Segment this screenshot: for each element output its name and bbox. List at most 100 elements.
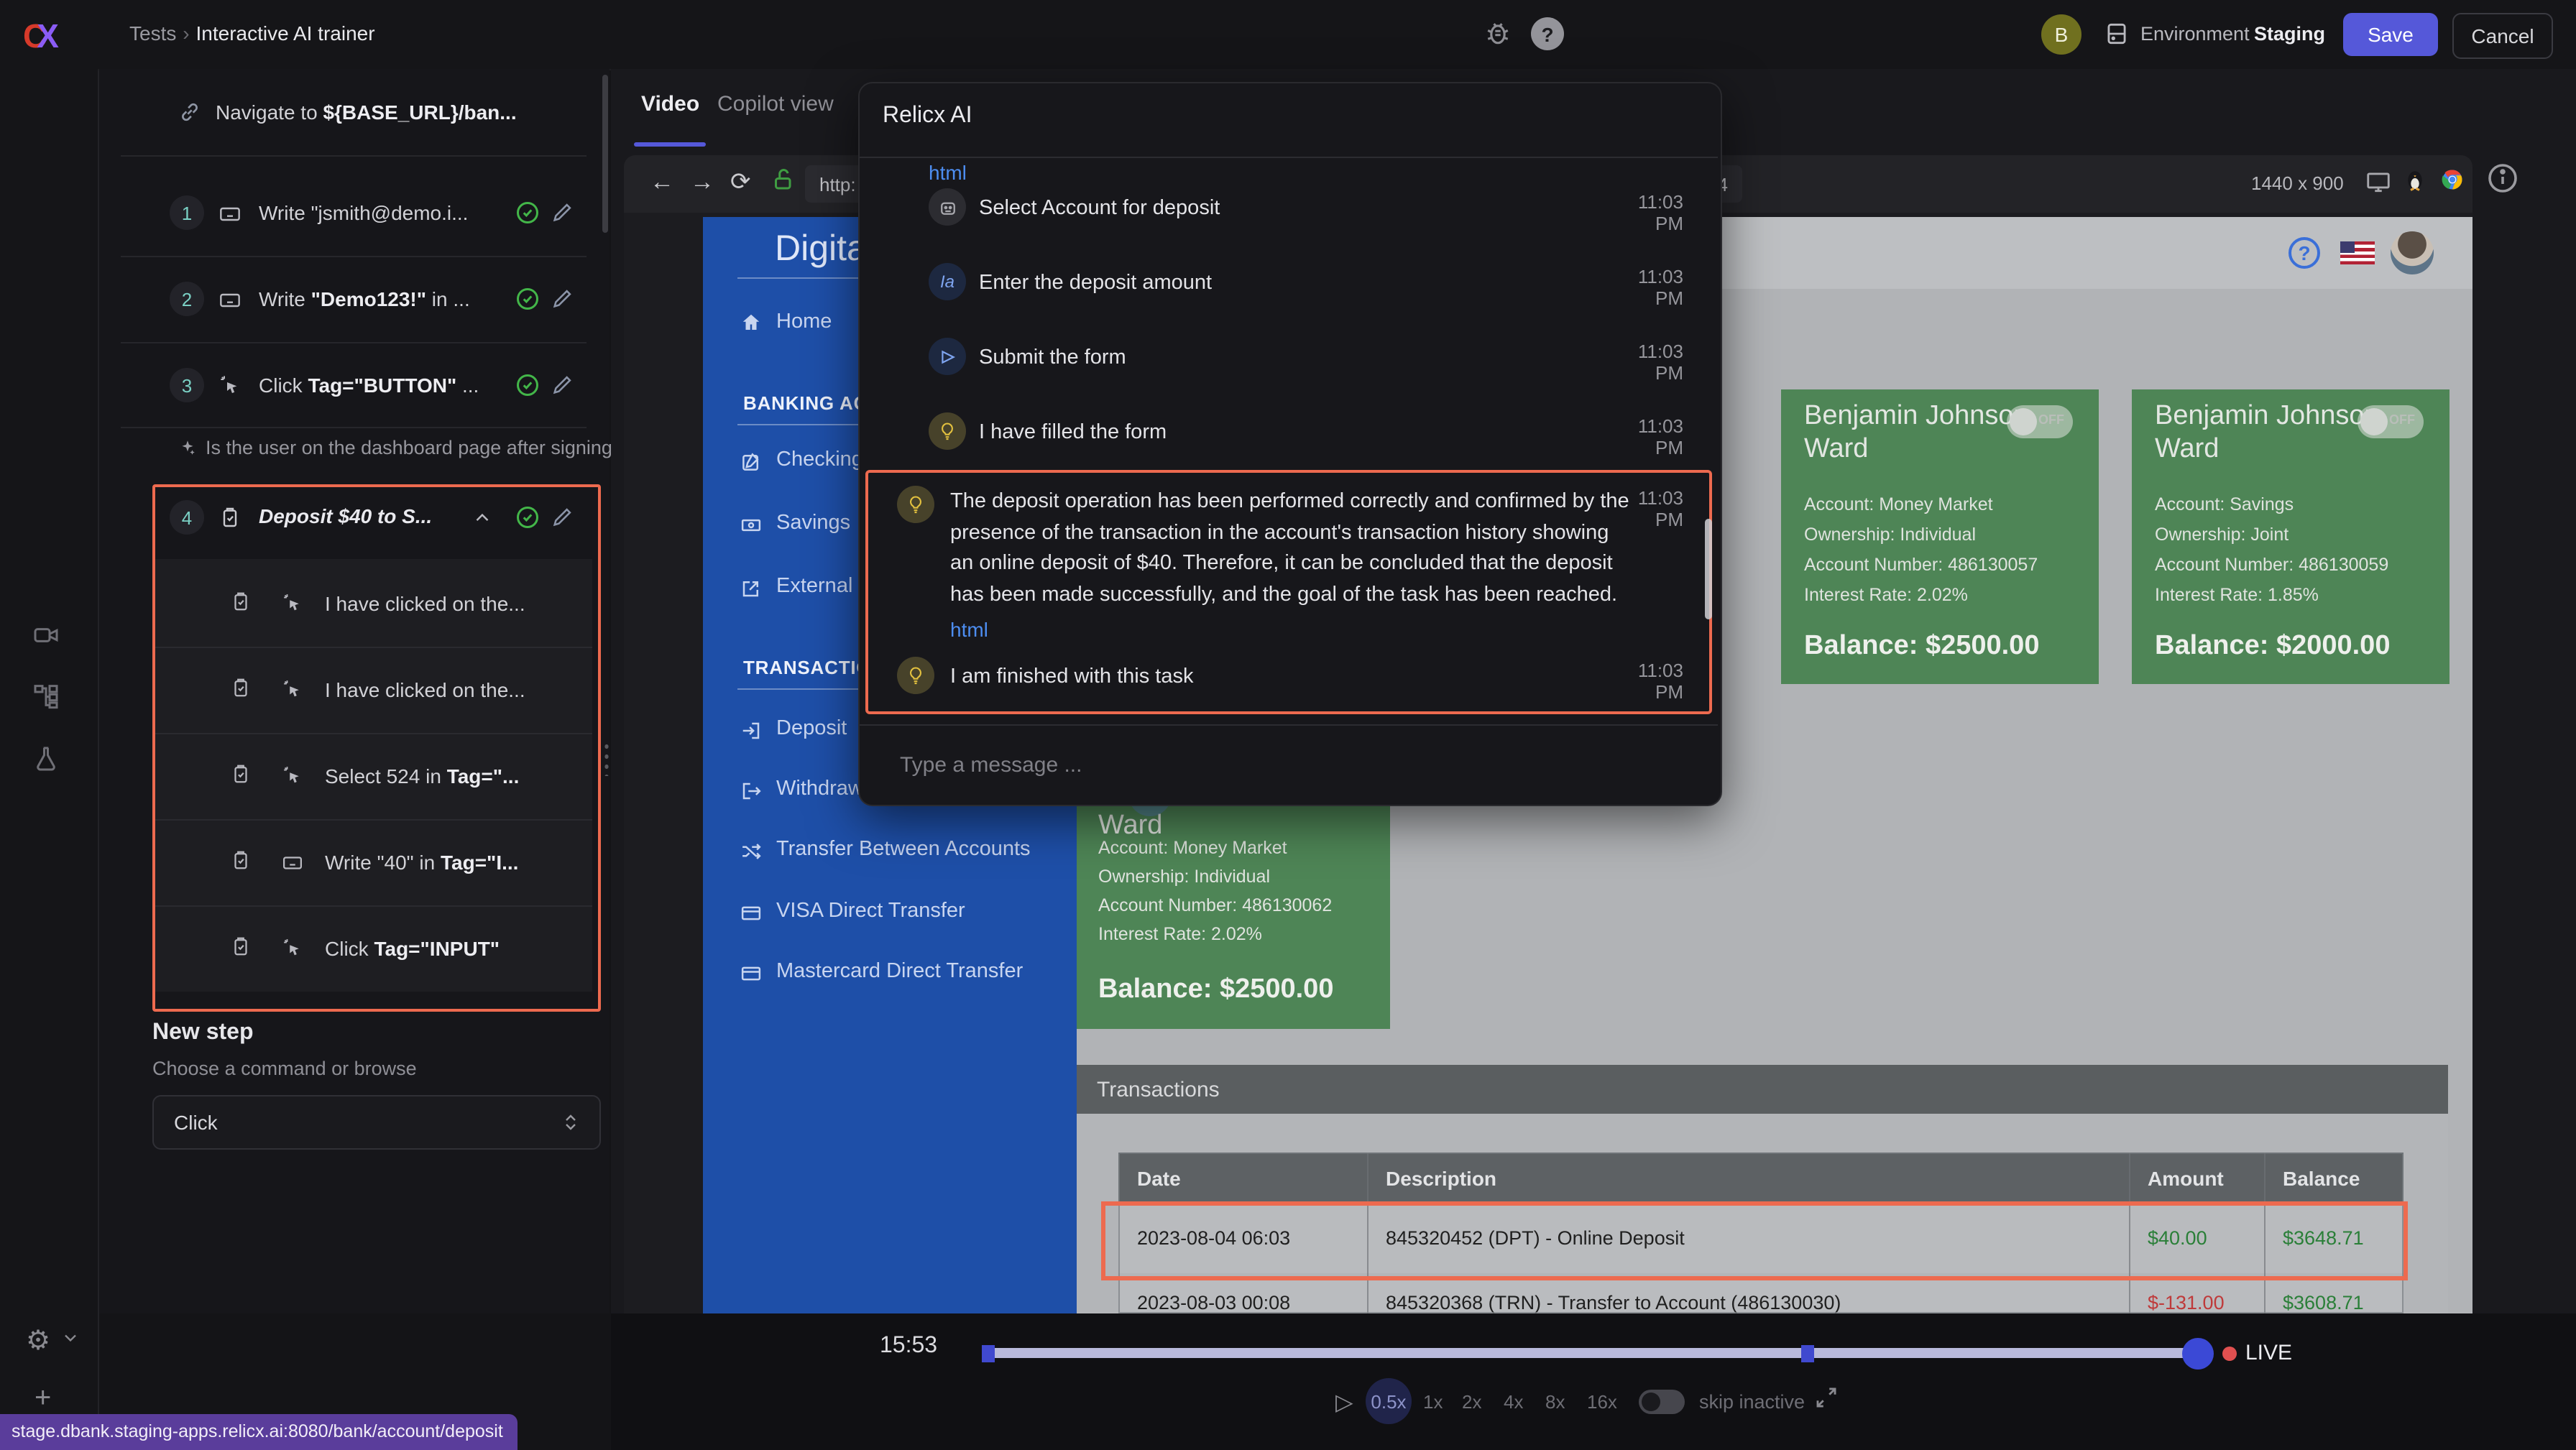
account-number: Account Number: 486130057 (1804, 555, 2038, 575)
substep-row[interactable]: Select 524 in Tag="... (325, 765, 519, 790)
account-balance: Balance: $2500.00 (1804, 631, 2039, 662)
bank-nav-mastercard[interactable]: Mastercard Direct Transfer (776, 960, 1023, 983)
edit-pencil-icon[interactable] (551, 286, 575, 310)
step-navigate[interactable]: Navigate to ${BASE_URL}/ban... (216, 101, 517, 126)
chat-message: Enter the deposit amount (979, 272, 1212, 295)
slider-thumb[interactable] (2182, 1338, 2214, 1370)
edit-pencil-icon[interactable] (551, 372, 575, 397)
status-url: stage.dbank.staging-apps.relicx.ai:8080/… (0, 1414, 518, 1450)
command-dropdown[interactable]: Click (152, 1095, 601, 1150)
check-circle-icon[interactable] (515, 286, 540, 312)
substep-row[interactable]: Write "40" in Tag="I... (325, 851, 518, 877)
speed-2x-button[interactable]: 2x (1462, 1391, 1481, 1413)
user-avatar[interactable]: B (2041, 14, 2082, 55)
breadcrumb-current: Interactive AI trainer (196, 22, 375, 45)
fullscreen-icon[interactable] (1814, 1385, 1839, 1410)
bank-nav-transfer[interactable]: Transfer Between Accounts (776, 838, 1031, 861)
environment-value[interactable]: Staging (2254, 23, 2325, 45)
edit-pencil-icon[interactable] (551, 200, 575, 224)
account-toggle[interactable]: OFF (2358, 405, 2424, 438)
bank-nav-external[interactable]: External (776, 575, 852, 598)
speed-16x-button[interactable]: 16x (1587, 1391, 1617, 1413)
help-icon[interactable]: ? (1531, 17, 1564, 50)
step-number: 3 (170, 368, 204, 402)
cx-logo[interactable]: CX (23, 17, 59, 56)
chevron-down-icon[interactable] (60, 1328, 80, 1348)
check-circle-icon[interactable] (515, 504, 540, 530)
step-group-title[interactable]: Deposit $40 to S... (259, 504, 432, 527)
chat-title: Relicx AI (883, 103, 972, 129)
click-cursor-icon (218, 374, 242, 397)
video-camera-icon[interactable] (32, 621, 60, 650)
play-button[interactable]: ▷ (1335, 1388, 1353, 1417)
chat-scrollbar[interactable] (1705, 519, 1712, 619)
bank-nav-home[interactable]: Home (776, 310, 832, 333)
chrome-icon (2439, 167, 2465, 193)
check-circle-icon[interactable] (515, 372, 540, 398)
browser-forward-icon[interactable]: → (690, 168, 714, 197)
bank-nav-checking[interactable]: Checking (776, 448, 863, 471)
add-button[interactable]: + (34, 1382, 51, 1416)
live-dot (2222, 1347, 2237, 1361)
panel-scrollbar[interactable] (602, 75, 608, 233)
bank-nav-withdraw[interactable]: Withdraw (776, 777, 863, 800)
divider (121, 155, 586, 157)
chat-clipped-link[interactable]: html (929, 161, 967, 184)
chevron-up-icon[interactable] (472, 507, 493, 529)
html-link[interactable]: html (950, 618, 988, 641)
bank-nav-deposit[interactable]: Deposit (776, 717, 847, 740)
environment-label: Environment (2140, 23, 2250, 45)
bank-help-icon[interactable]: ? (2288, 237, 2320, 269)
bank-nav-savings[interactable]: Savings (776, 512, 850, 535)
substep-row[interactable]: I have clicked on the... (325, 678, 525, 704)
slider-marker[interactable] (1801, 1345, 1814, 1362)
slider-marker[interactable] (982, 1345, 995, 1362)
us-flag-icon[interactable] (2340, 241, 2375, 264)
cancel-button[interactable]: Cancel (2452, 13, 2553, 59)
chat-input[interactable]: Type a message ... (900, 753, 1082, 777)
save-button[interactable]: Save (2343, 13, 2438, 56)
sparkle-icon (178, 438, 197, 457)
url-text-left: http: (819, 173, 856, 195)
speed-8x-button[interactable]: 8x (1545, 1391, 1565, 1413)
step-row[interactable]: Write "Demo123!" in ... (259, 287, 470, 313)
account-number: Account Number: 486130059 (2155, 555, 2388, 575)
tab-video[interactable]: Video (641, 92, 699, 116)
bank-user-avatar[interactable] (2391, 231, 2434, 274)
skip-inactive-toggle[interactable] (1639, 1390, 1685, 1414)
speed-0.5x-button[interactable]: 0.5x (1366, 1378, 1412, 1424)
edit-pencil-icon[interactable] (551, 504, 575, 529)
keyboard-icon (218, 203, 242, 226)
sitemap-icon[interactable] (32, 681, 60, 710)
account-type: Account: Savings (2155, 494, 2294, 514)
speed-4x-button[interactable]: 4x (1504, 1391, 1523, 1413)
step-row[interactable]: Write "jsmith@demo.i... (259, 201, 468, 227)
check-circle-icon[interactable] (515, 200, 540, 226)
clipboard-icon (230, 936, 252, 957)
account-balance: Balance: $2500.00 (1098, 974, 1333, 1006)
speed-1x-button[interactable]: 1x (1423, 1391, 1443, 1413)
account-number: Account Number: 486130062 (1098, 895, 1332, 915)
click-cursor-icon (282, 765, 303, 786)
environment-icon (2103, 20, 2130, 47)
browser-back-icon[interactable]: ← (650, 168, 674, 197)
substep-row[interactable]: I have clicked on the... (325, 592, 525, 618)
info-icon[interactable] (2485, 161, 2520, 195)
bug-icon[interactable] (1482, 17, 1514, 49)
chat-message: Submit the form (979, 346, 1126, 369)
breadcrumb-tests[interactable]: Tests (129, 22, 176, 45)
browser-reload-icon[interactable]: ⟳ (730, 168, 751, 197)
tab-copilot-view[interactable]: Copilot view (717, 92, 834, 116)
new-step-title: New step (152, 1020, 254, 1046)
monitor-icon (2365, 168, 2392, 195)
gear-icon[interactable]: ⚙ (26, 1325, 50, 1358)
step-number: 2 (170, 282, 204, 316)
account-toggle[interactable]: OFF (2007, 405, 2073, 438)
click-cursor-icon (282, 678, 303, 700)
credit-card-icon (740, 902, 762, 924)
bank-nav-visa[interactable]: VISA Direct Transfer (776, 900, 965, 923)
substep-row[interactable]: Click Tag="INPUT" (325, 937, 500, 963)
step-row[interactable]: Click Tag="BUTTON" ... (259, 374, 479, 400)
playback-slider[interactable] (982, 1348, 2209, 1358)
flask-icon[interactable] (32, 744, 60, 773)
